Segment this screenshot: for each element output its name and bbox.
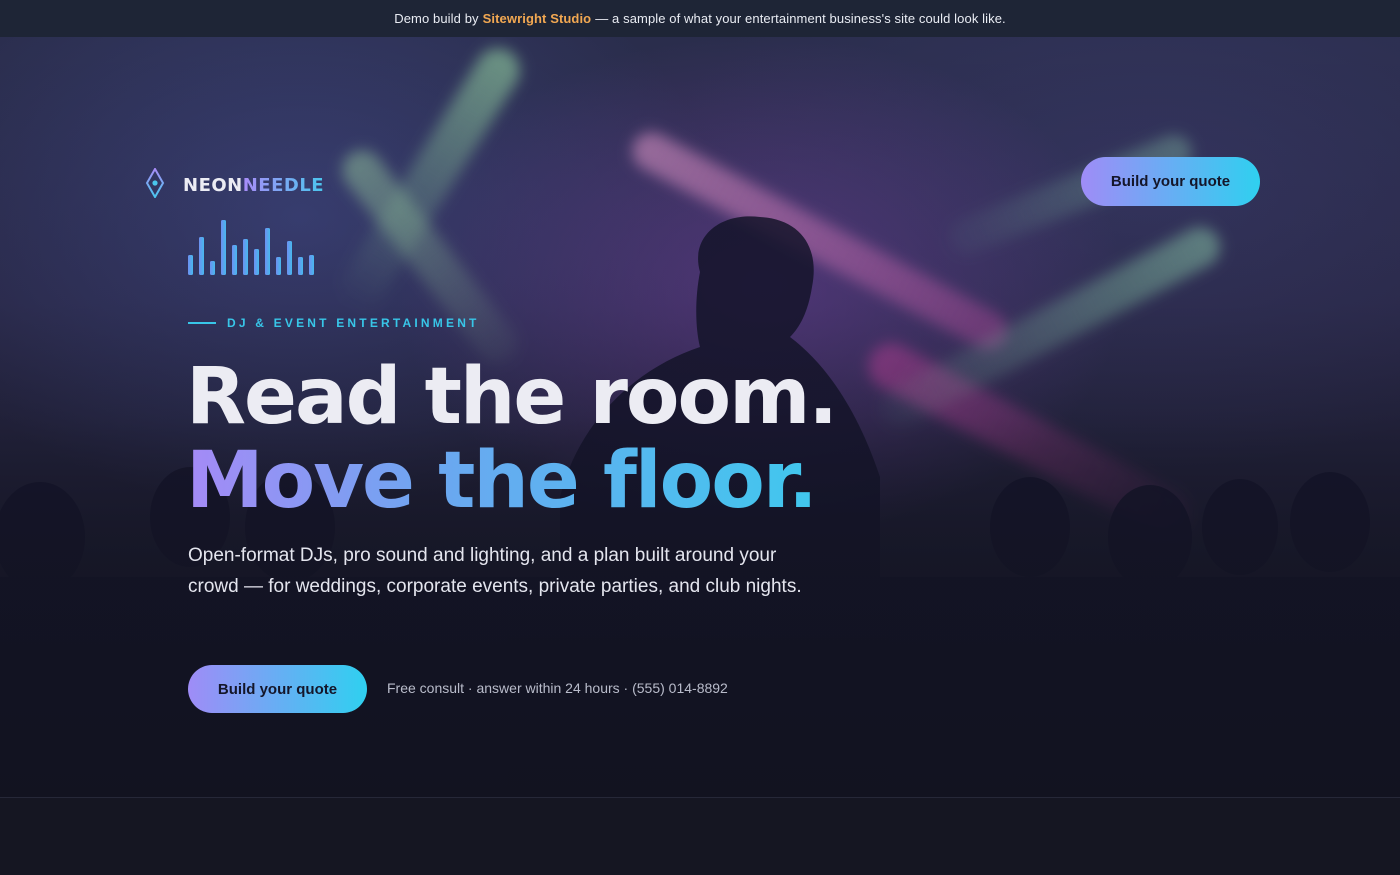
eyebrow-divider	[188, 322, 216, 324]
next-section	[0, 797, 1400, 875]
headline-line1: Read the room.	[186, 352, 838, 442]
diamond-pin-icon	[145, 166, 165, 203]
hero-quote-button[interactable]: Build your quote	[188, 665, 367, 713]
hero-eyebrow: DJ & EVENT ENTERTAINMENT	[188, 316, 480, 330]
eyebrow-text: DJ & EVENT ENTERTAINMENT	[227, 316, 480, 330]
brand-logo[interactable]: NEONNEEDLE	[145, 166, 324, 203]
headline-line2: Move the floor.	[186, 439, 836, 523]
brand-name-part1: NEON	[183, 175, 243, 196]
banner-prefix: Demo build by	[394, 11, 479, 26]
nav-quote-button[interactable]: Build your quote	[1081, 157, 1260, 206]
demo-banner: Demo build by Sitewright Studio — a samp…	[0, 0, 1400, 37]
hero-meta: Free consult · answer within 24 hours · …	[387, 680, 728, 696]
equalizer-bars-icon	[188, 220, 314, 275]
brand-name-part2: NEEDLE	[242, 175, 325, 196]
hero-headline: Read the room. Move the floor.	[186, 352, 838, 523]
banner-suffix: — a sample of what your entertainment bu…	[595, 11, 1006, 26]
hero-lead: Open-format DJs, pro sound and lighting,…	[188, 545, 802, 597]
brand-name: NEONNEEDLE	[183, 175, 324, 196]
banner-studio-link[interactable]: Sitewright Studio	[483, 11, 592, 26]
hero-section: NEONNEEDLE Build your quote DJ & EVENT E…	[0, 37, 1400, 797]
